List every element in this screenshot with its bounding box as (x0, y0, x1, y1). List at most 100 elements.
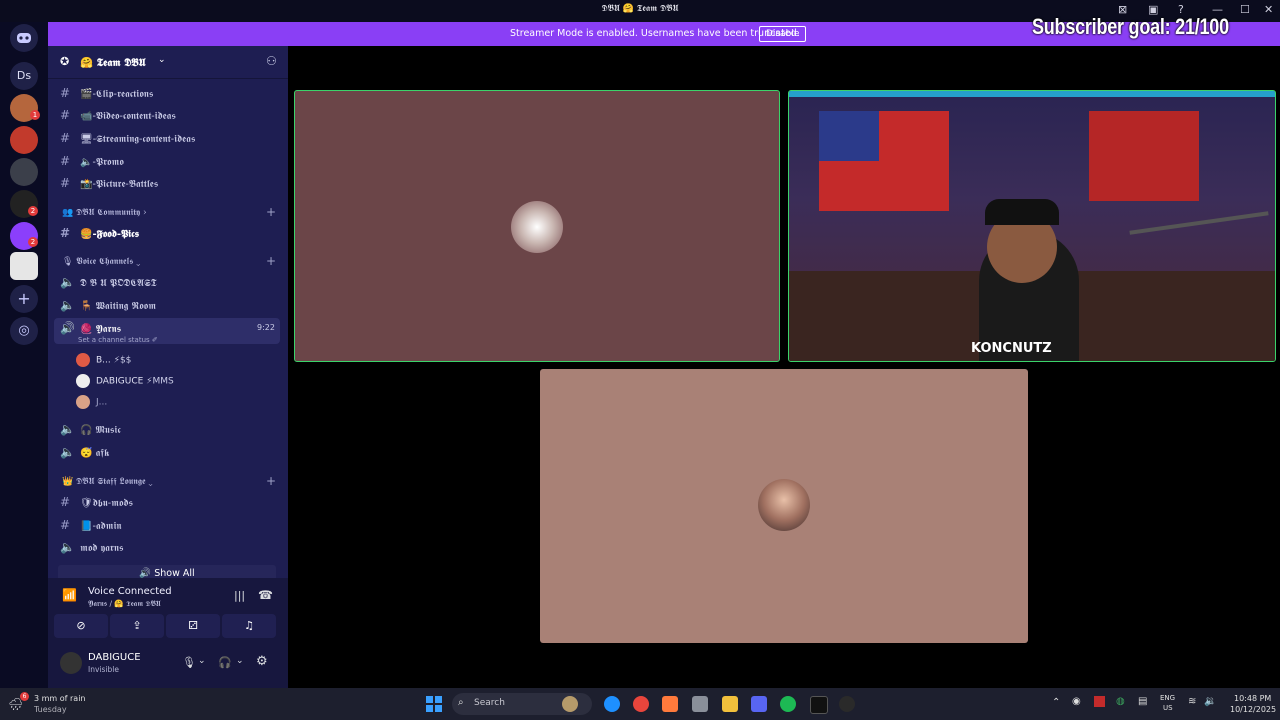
voice-member[interactable]: B... ⚡$$ (76, 353, 131, 367)
headphones-icon[interactable]: 🎧 (218, 656, 232, 669)
voice-panel: 📶 Voice Connected 𝖄𝖆𝖗𝖓𝖘 / 🤗 𝕿𝖊𝖆𝖒 𝕯𝕭𝖀 |||… (48, 578, 288, 688)
edge-icon[interactable] (604, 696, 620, 712)
hash-icon: # (60, 176, 71, 190)
spotify-icon[interactable] (780, 696, 796, 712)
activities-button[interactable]: ⚂ (166, 614, 220, 638)
hash-icon: # (60, 154, 71, 168)
category-voice-channels[interactable]: 🎙 𝖁𝖔𝖎𝖈𝖊 𝕮𝖍𝖆𝖓𝖓𝖊𝖑𝖘 ⌄ (62, 257, 140, 267)
channel-food-pics[interactable]: # 🍔-𝕱𝖔𝖔𝖉-𝕻𝖎𝖈𝖘 (60, 226, 139, 240)
channel-dbu-mods[interactable]: # 🛡𝖉𝖇𝖚-𝖒𝖔𝖉𝖘 (60, 495, 133, 509)
voice-member[interactable]: J... (76, 395, 107, 409)
settings-app-icon[interactable] (692, 696, 708, 712)
server-rail: Ds + ◎ 1 2 2 (0, 22, 48, 688)
unread-badge: 2 (28, 237, 38, 247)
mic-icon[interactable]: 🎙 (182, 656, 196, 669)
hash-icon: # (60, 495, 71, 509)
cap (985, 199, 1059, 225)
language-region: US (1163, 704, 1173, 712)
channel-promo[interactable]: # 🔈-𝕻𝖗𝖔𝖒𝖔 (60, 154, 124, 168)
chevron-down-icon[interactable]: ⌄ (236, 656, 244, 666)
server-avatar-2[interactable] (10, 126, 38, 154)
banner-message: Streamer Mode is enabled. Usernames have… (510, 28, 800, 39)
voice-channel-mod-yarns[interactable]: 🔈 𝖒𝖔𝖉 𝖞𝖆𝖗𝖓𝖘 (60, 540, 123, 554)
channel-picture-battles[interactable]: # 📸-𝕻𝖎𝖈𝖙𝖚𝖗𝖊-𝕭𝖆𝖙𝖙𝖑𝖊𝖘 (60, 176, 158, 190)
server-ds[interactable]: Ds (10, 62, 38, 90)
tray-app-icon[interactable]: ◍ (1116, 696, 1125, 707)
windows-start-icon[interactable] (426, 696, 442, 716)
disconnect-icon[interactable]: ☎ (258, 588, 273, 602)
add-channel-icon[interactable]: + (266, 474, 276, 488)
channel-admin[interactable]: # 📘-𝖆𝖉𝖒𝖎𝖓 (60, 518, 122, 532)
speaker-icon: 🔊 (60, 321, 75, 335)
add-server-icon[interactable]: + (10, 285, 38, 313)
windows-taskbar: 🌧 6 3 mm of rain Tuesday ⌕ Search ⌃ ◉ ◍ … (0, 688, 1280, 720)
search-highlight-icon (562, 696, 578, 712)
discord-taskbar-icon[interactable] (751, 696, 767, 712)
maximize-button[interactable]: ☐ (1240, 3, 1250, 16)
voice-channel-afk[interactable]: 🔈 😴 𝖆𝖋𝖐 (60, 445, 109, 459)
clock-date[interactable]: 10/12/2025 (1230, 705, 1276, 714)
discord-home-icon[interactable] (10, 24, 38, 52)
settings-gear-icon[interactable]: ⚙ (256, 654, 268, 669)
chevron-down-icon: ⌄ (158, 55, 166, 65)
channel-streaming-content-ideas[interactable]: # 🖥-𝕾𝖙𝖗𝖊𝖆𝖒𝖎𝖓𝖌-𝖈𝖔𝖓𝖙𝖊𝖓𝖙-𝖎𝖉𝖊𝖆𝖘 (60, 131, 195, 145)
signal-icon[interactable]: 📶 (62, 588, 77, 602)
chevron-down-icon[interactable]: ⌄ (198, 656, 206, 666)
category-dbu-community[interactable]: 👥 𝕯𝕭𝖀 𝕮𝖔𝖒𝖒𝖚𝖓𝖎𝖙𝖞 › (62, 208, 147, 218)
copilot-icon[interactable] (662, 696, 678, 712)
weather-text: 3 mm of rain (34, 694, 86, 703)
add-member-icon[interactable]: ⚇ (266, 54, 277, 68)
screen-share-button[interactable]: ⇪ (110, 614, 164, 638)
screen-share-icon: ⇪ (132, 619, 142, 632)
server-avatar-3[interactable] (10, 158, 38, 186)
add-channel-icon[interactable]: + (266, 205, 276, 219)
server-dbu-icon[interactable] (10, 252, 38, 280)
discover-icon[interactable]: ◎ (10, 317, 38, 345)
tray-app-icon[interactable]: ▤ (1138, 696, 1147, 707)
taskbar-search[interactable]: ⌕ Search (452, 693, 592, 715)
voice-channel-music[interactable]: 🔈 🎧 𝕸𝖚𝖘𝖎𝖈 (60, 422, 121, 436)
speaker-icon: 🔈 (60, 275, 75, 289)
voice-connected-channel[interactable]: 𝖄𝖆𝖗𝖓𝖘 / 🤗 𝕿𝖊𝖆𝖒 𝕯𝕭𝖀 (88, 599, 161, 609)
close-button[interactable]: ✕ (1264, 3, 1273, 16)
volume-icon[interactable]: 🔉 (1204, 696, 1216, 707)
set-channel-status[interactable]: Set a channel status ✐ (78, 336, 158, 344)
hash-icon: # (60, 108, 71, 122)
avatar[interactable] (60, 652, 82, 674)
hash-icon: # (60, 131, 71, 145)
participant-tile-1[interactable] (294, 90, 780, 362)
tray-app-icon[interactable]: ◉ (1072, 696, 1081, 707)
disable-button[interactable]: Disable (759, 26, 807, 42)
weather-badge: 6 (20, 692, 29, 701)
voice-channel-podcast[interactable]: 🔈 𝕯 𝕭 𝖀 𝕻𝕺𝕯𝕮𝕬𝕾𝕿 (60, 275, 157, 289)
terminal-icon[interactable] (810, 696, 828, 714)
voice-member[interactable]: DABIGUCE ⚡MMS (76, 374, 174, 388)
category-staff-lounge[interactable]: 👑 𝕯𝕭𝖀 𝕾𝖙𝖆𝖋𝖋 𝕷𝖔𝖚𝖓𝖌𝖊 ⌄ (62, 477, 153, 487)
clock-time[interactable]: 10:48 PM (1234, 694, 1271, 703)
avatar (511, 201, 563, 253)
chrome-icon[interactable] (633, 696, 649, 712)
participant-tile-3[interactable] (540, 369, 1028, 643)
wifi-icon[interactable]: ≋ (1188, 696, 1196, 707)
speaker-icon: 🔈 (60, 298, 75, 312)
tray-app-icon[interactable] (1094, 696, 1105, 707)
add-channel-icon[interactable]: + (266, 254, 276, 268)
server-boost-icon: ✪ (60, 55, 70, 68)
soundboard-icon: ♫ (244, 619, 254, 632)
tray-chevron-up-icon[interactable]: ⌃ (1052, 697, 1060, 708)
guild-header[interactable]: ✪ 🤗 𝕿𝖊𝖆𝖒 𝕯𝕭𝖀 ⌄ ⚇ (48, 46, 288, 79)
avatar (76, 353, 90, 367)
user-name[interactable]: DABIGUCE (88, 652, 141, 663)
language-indicator[interactable]: ENG (1160, 694, 1175, 702)
noise-suppression-icon[interactable]: ||| (234, 589, 245, 602)
voice-channel-waiting-room[interactable]: 🔈 🪑 𝖂𝖆𝖎𝖙𝖎𝖓𝖌 𝕽𝖔𝖔𝖒 (60, 298, 156, 312)
mic-arm (1129, 211, 1269, 235)
participant-tile-2[interactable]: KONCNUTZ (788, 90, 1276, 362)
channel-video-content-ideas[interactable]: # 📹-𝖁𝖎𝖉𝖊𝖔-𝖈𝖔𝖓𝖙𝖊𝖓𝖙-𝖎𝖉𝖊𝖆𝖘 (60, 108, 176, 122)
camera-button[interactable]: ⊘ (54, 614, 108, 638)
soundboard-button[interactable]: ♫ (222, 614, 276, 638)
search-label: Search (474, 698, 505, 708)
channel-clip-reactions[interactable]: # 🎬-𝕮𝖑𝖎𝖕-𝖗𝖊𝖆𝖈𝖙𝖎𝖔𝖓𝖘 (60, 86, 153, 100)
file-explorer-icon[interactable] (722, 696, 738, 712)
obs-icon[interactable] (839, 696, 855, 712)
